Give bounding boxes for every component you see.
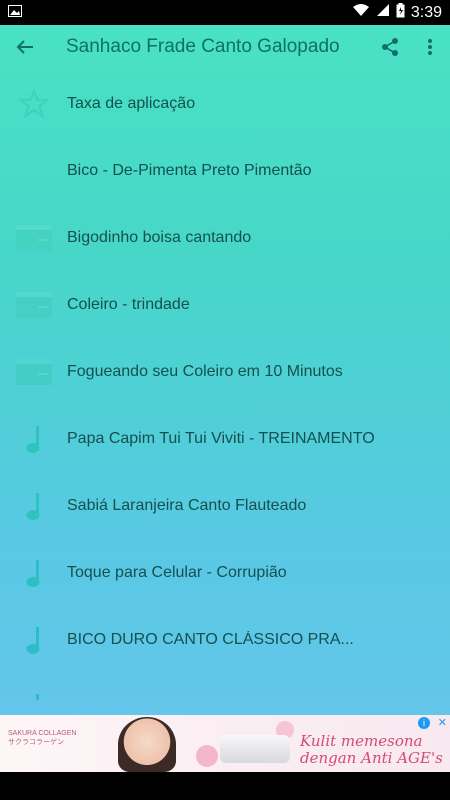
clock: 3:39 [410,3,442,21]
ad-product-image [220,735,290,763]
share-button[interactable] [370,25,410,69]
list-item[interactable]: Bico - De-Pimenta Preto Pimentão [0,137,450,204]
ad-brand: SAKURA COLLAGEN サクラコラーゲン [8,729,103,747]
list-item[interactable]: Sabiá Laranjeira Canto Flauteado [0,472,450,539]
music-note-icon [16,622,52,658]
list-item[interactable]: Papa Capim Tui Tui Viviti - TREINAMENTO [0,405,450,472]
star-outline-icon [16,86,52,122]
ad-model-image [118,717,176,772]
ad-flower [196,745,218,767]
list-item[interactable]: Fogueando seu Coleiro em 10 Minutos [0,338,450,405]
toolbar: Sanhaco Frade Canto Galopado [0,25,450,69]
list-item-label: Bico - De-Pimenta Preto Pimentão [67,161,312,179]
battery-icon [396,2,405,23]
list-item-label: Bigodinho boisa cantando [67,228,252,246]
list-item-label: Coleiro - trindade [67,295,190,313]
music-note-icon [16,488,52,524]
ad-text-line1: Kulit memesona [300,732,423,750]
list-item[interactable]: Bigodinho boisa cantando [0,204,450,271]
ad-banner[interactable]: SAKURA COLLAGEN サクラコラーゲン Kulit memesona … [0,715,450,772]
list-item-label: Toque para Celular - Corrupião [67,563,287,581]
list-item[interactable]: Coleiro - trindade [0,271,450,338]
list-item-label: Taxa de aplicação [67,94,196,112]
arrow-back-icon [16,40,33,54]
list-item-label: Papa Capim Tui Tui Viviti - TREINAMENTO [67,429,375,447]
wifi-icon [352,3,370,22]
share-icon [382,38,398,56]
music-note-icon [16,689,52,700]
cell-signal-icon [376,3,390,22]
ad-close-icon[interactable]: ✕ [438,716,447,729]
list-item-label: Fogueando seu Coleiro em 10 Minutos [67,362,343,380]
ad-brand-line1: SAKURA COLLAGEN [8,730,77,737]
overflow-menu-button[interactable] [410,25,450,69]
list-item[interactable]: BICO DURO CANTO CLÁSSICO PRA... [0,606,450,673]
image-notification-icon [8,4,22,22]
video-icon [16,220,52,256]
ad-info-icon[interactable]: i [418,717,430,729]
list-item-label: BICO DURO CANTO CLÁSSICO PRA... [67,630,354,648]
video-icon [16,287,52,323]
more-vert-icon [428,39,432,55]
list-item-label: Sabiá Laranjeira Canto Flauteado [67,496,307,514]
back-button[interactable] [0,25,50,69]
list-item-partial[interactable] [0,673,450,700]
video-icon [16,354,52,390]
list-item[interactable]: Toque para Celular - Corrupião [0,539,450,606]
ad-headline: Kulit memesona dengan Anti AGE's [300,733,450,767]
ad-brand-line2: サクラコラーゲン [8,739,64,746]
ad-text-line2: dengan Anti AGE's [300,749,443,767]
music-note-icon [16,421,52,457]
navigation-bar [0,772,450,800]
music-note-icon [16,555,52,591]
content-list: Taxa de aplicação Bico - De-Pimenta Pret… [0,70,450,700]
list-item-rate-app[interactable]: Taxa de aplicação [0,70,450,137]
status-bar: 3:39 [0,0,450,25]
page-title: Sanhaco Frade Canto Galopado [66,36,340,57]
